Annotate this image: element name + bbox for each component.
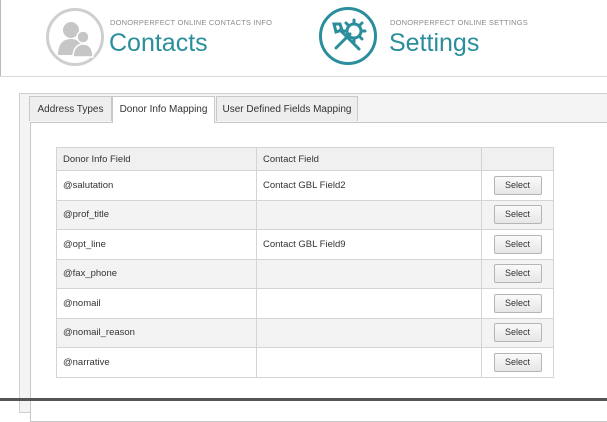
settings-subtitle: DONORPERFECT ONLINE SETTINGS <box>390 18 528 27</box>
tab-user-defined-fields-mapping[interactable]: User Defined Fields Mapping <box>216 96 358 121</box>
select-button[interactable]: Select <box>493 264 542 284</box>
table-header-row: Donor Info Field Contact Field <box>56 147 554 171</box>
contact-field-cell <box>256 288 482 319</box>
donor-info-field-cell: @nomail_reason <box>56 317 257 348</box>
nav-settings[interactable]: DONORPERFECT ONLINE SETTINGS Settings <box>319 0 569 76</box>
settings-icon <box>319 7 377 65</box>
donor-info-field-cell: @salutation <box>56 170 257 201</box>
contact-field-cell <box>256 199 482 230</box>
contact-field-cell <box>256 317 482 348</box>
select-button[interactable]: Select <box>493 175 542 195</box>
select-button[interactable]: Select <box>493 205 542 225</box>
tab-donor-info-mapping[interactable]: Donor Info Mapping <box>112 96 215 123</box>
donor-info-field-cell: @prof_title <box>56 199 257 230</box>
nav-contacts[interactable]: DONORPERFECT ONLINE CONTACTS INFO Contac… <box>46 0 286 76</box>
select-button[interactable]: Select <box>493 352 542 372</box>
tab-address-types[interactable]: Address Types <box>29 96 112 121</box>
contact-field-cell: Contact GBL Field2 <box>256 170 482 201</box>
column-header-contact-field: Contact Field <box>256 147 482 171</box>
select-button[interactable]: Select <box>493 293 542 313</box>
tab-content: Donor Info Field Contact Field @salutati… <box>30 122 607 422</box>
select-button[interactable]: Select <box>493 234 542 254</box>
settings-title: Settings <box>389 29 480 57</box>
contact-field-cell: Contact GBL Field9 <box>256 229 482 260</box>
select-button[interactable]: Select <box>493 323 542 343</box>
donor-info-field-cell: @narrative <box>56 347 257 378</box>
table-row: @salutation Contact GBL Field2 Select <box>56 170 554 201</box>
donor-info-field-cell: @fax_phone <box>56 258 257 289</box>
table-row: @fax_phone Select <box>56 258 554 289</box>
column-header-actions <box>481 147 554 171</box>
contact-field-cell <box>256 347 482 378</box>
contact-field-cell <box>256 258 482 289</box>
app-header: DONORPERFECT ONLINE CONTACTS INFO Contac… <box>0 0 607 77</box>
contacts-icon <box>46 8 104 66</box>
donor-info-field-cell: @opt_line <box>56 229 257 260</box>
table-row: @prof_title Select <box>56 199 554 230</box>
contacts-title: Contacts <box>109 29 208 57</box>
mapping-table: Donor Info Field Contact Field @salutati… <box>56 147 554 378</box>
table-row: @nomail Select <box>56 288 554 319</box>
table-row: @narrative Select <box>56 347 554 378</box>
column-header-donor-info-field: Donor Info Field <box>56 147 257 171</box>
table-row: @nomail_reason Select <box>56 317 554 348</box>
main-panel: Address Types Donor Info Mapping User De… <box>19 93 607 422</box>
table-row: @opt_line Contact GBL Field9 Select <box>56 229 554 260</box>
donor-info-field-cell: @nomail <box>56 288 257 319</box>
left-border <box>0 0 1 76</box>
contacts-subtitle: DONORPERFECT ONLINE CONTACTS INFO <box>110 18 273 27</box>
